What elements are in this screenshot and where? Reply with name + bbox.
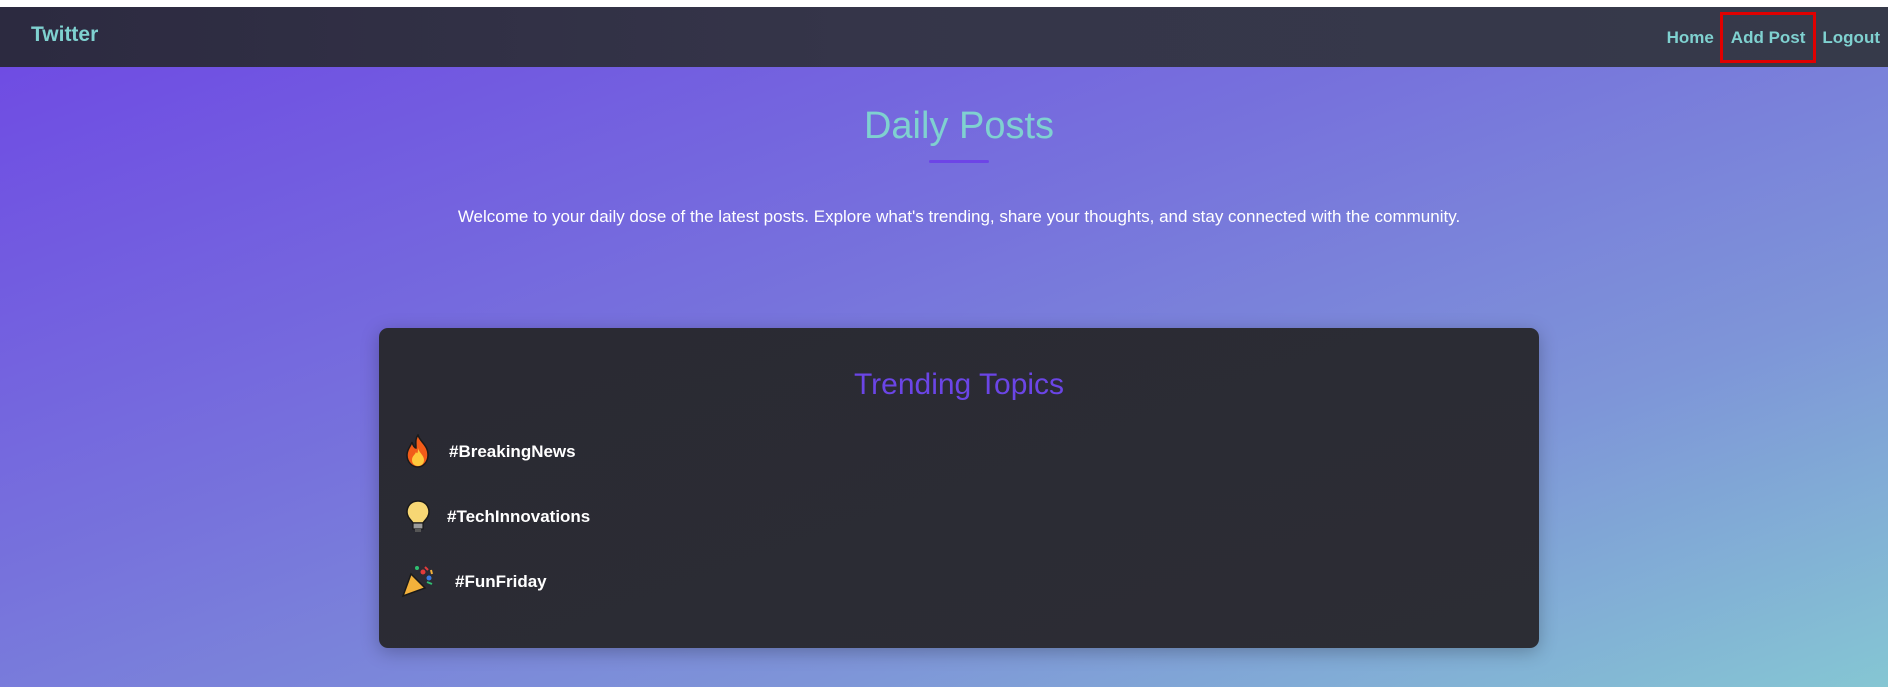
trending-topic-item[interactable]: #BreakingNews: [401, 434, 576, 468]
lightbulb-icon: [401, 499, 435, 533]
nav-links: Home Add Post Logout: [1659, 7, 1888, 67]
navbar: Twitter Home Add Post Logout: [0, 7, 1888, 67]
page-subtitle: Welcome to your daily dose of the latest…: [457, 207, 1461, 226]
topic-label: #BreakingNews: [449, 441, 576, 461]
nav-logout-link[interactable]: Logout: [1814, 23, 1888, 52]
trending-topic-item[interactable]: #FunFriday: [401, 564, 547, 598]
fire-icon: [401, 434, 435, 468]
party-popper-icon: [401, 564, 435, 598]
topic-label: #TechInnovations: [447, 506, 591, 526]
topic-label: #FunFriday: [455, 571, 547, 591]
trending-topics-title: Trending Topics: [853, 368, 1065, 401]
nav-add-post-link[interactable]: Add Post: [1719, 11, 1817, 63]
page-title: Daily Posts: [863, 105, 1055, 147]
main-content: Daily Posts Welcome to your daily dose o…: [0, 67, 1888, 687]
brand-logo-link[interactable]: Twitter: [31, 24, 98, 45]
trending-topic-item[interactable]: #TechInnovations: [401, 499, 590, 533]
nav-home-link[interactable]: Home: [1659, 23, 1722, 52]
trending-topics-card: Trending Topics #BreakingNews #TechInnov…: [379, 328, 1539, 648]
title-underline: [929, 160, 989, 163]
